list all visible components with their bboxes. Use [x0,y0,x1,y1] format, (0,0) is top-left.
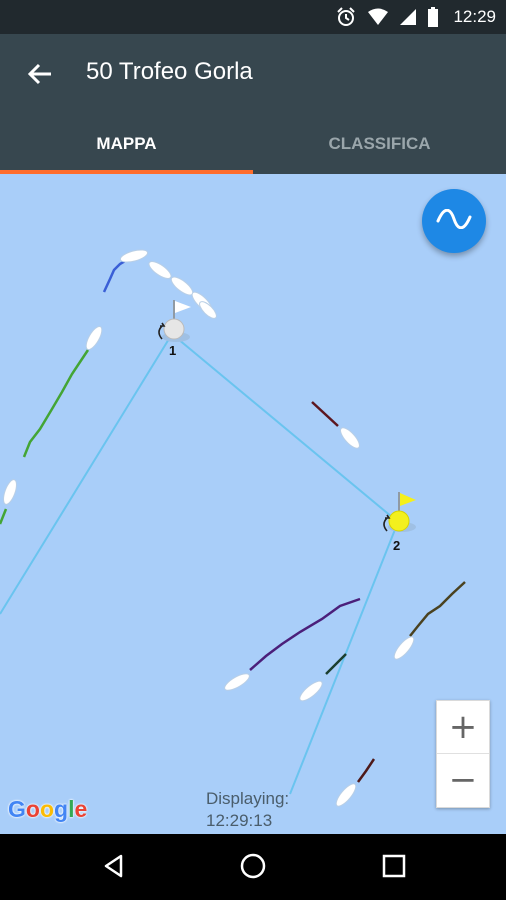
circle-home-icon [239,852,267,885]
boat-icon[interactable] [333,781,359,809]
nav-home-button[interactable] [231,846,275,890]
triangle-back-icon [101,853,127,884]
displaying-time: 12:29:13 [206,811,273,830]
zoom-controls: + − [436,700,490,808]
wave-toggle-button[interactable] [422,189,486,253]
displaying-label: Displaying: [206,789,290,808]
wifi-icon [367,8,389,26]
mark-1-label: 1 [169,343,176,358]
status-bar: 12:29 [0,0,506,34]
zoom-in-button[interactable]: + [437,701,489,754]
nav-back-button[interactable] [92,846,136,890]
track-green [22,349,90,458]
boat-icon[interactable] [1,478,19,506]
nav-recents-button[interactable] [372,846,416,890]
app-bar: 50 Trofeo Gorla [0,34,506,114]
flag-yellow-icon [400,493,416,506]
boat-icon[interactable] [391,634,417,662]
boat-icon[interactable] [169,274,196,298]
boat-icon[interactable] [146,258,173,281]
tab-bar: MAPPA CLASSIFICA [0,114,506,174]
battery-icon [427,7,439,27]
course-lines [0,333,399,795]
track-olive [409,581,466,637]
square-recents-icon [382,854,406,883]
map-canvas: 1 2 [0,248,466,809]
course-leg-bottom [289,521,399,795]
boat-icon[interactable] [297,678,325,704]
track-darkgreen [325,653,347,675]
tab-mappa[interactable]: MAPPA [0,114,253,174]
status-time: 12:29 [453,7,496,26]
zoom-out-button[interactable]: − [437,754,489,806]
tab-classifica[interactable]: CLASSIFICA [253,114,506,174]
google-logo: Google [8,796,87,823]
track-green-2 [0,508,8,525]
course-leg-top [171,333,399,523]
navigation-bar [0,834,506,900]
boat-icon[interactable] [83,324,105,352]
course-leg-left [0,333,173,615]
boat-icon[interactable] [119,248,149,265]
boat-icon[interactable] [338,425,363,451]
signal-icon [399,8,417,26]
track-brown [356,758,376,783]
arrow-back-icon [27,61,53,92]
boat-icon[interactable] [222,671,251,694]
alarm-icon [335,6,357,28]
status-icons: 12:29 [335,0,496,34]
wave-icon [436,208,472,234]
race-map[interactable]: 1 2 [0,174,506,834]
mark-2-label: 2 [393,538,400,553]
google-attribution: Google [8,796,88,822]
course-mark-1[interactable]: 1 [158,300,191,358]
rounding-arrow-icon [383,514,391,532]
displaying-overlay: Displaying: 12:29:13 [206,788,289,832]
boats [1,248,417,809]
back-button[interactable] [20,56,60,96]
track-maroon [311,401,339,427]
flag-white-icon [175,301,191,313]
page-title: 50 Trofeo Gorla [86,58,253,85]
